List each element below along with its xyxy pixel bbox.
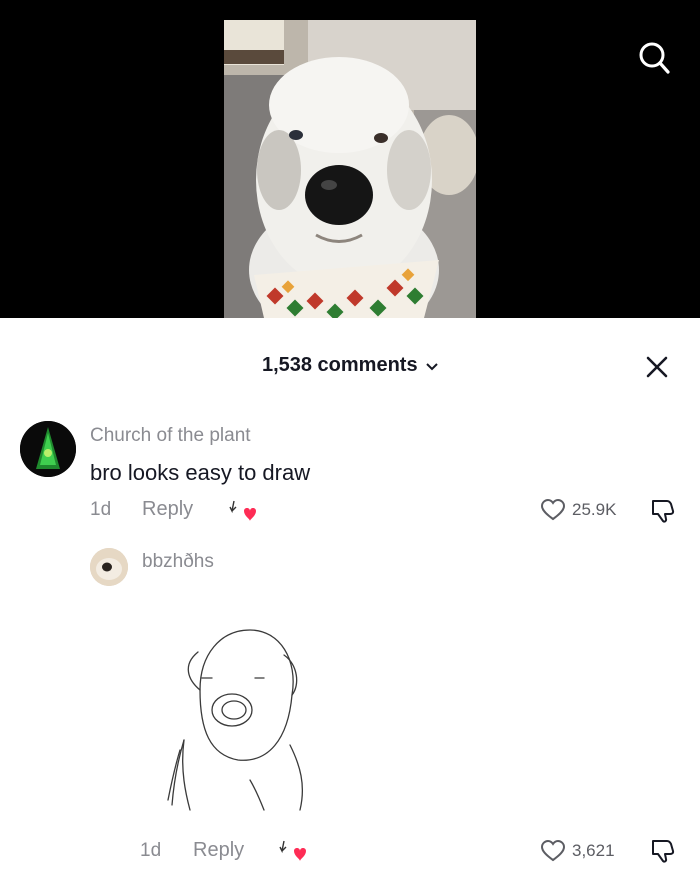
dislike-button[interactable] — [649, 837, 677, 865]
comment-age: 1d — [140, 840, 162, 861]
comment-text: bro looks easy to draw — [90, 460, 311, 485]
comment-drawing-image[interactable] — [160, 620, 320, 815]
heart-icon — [540, 498, 566, 521]
thumbs-down-icon — [652, 840, 675, 863]
dislike-button[interactable] — [649, 497, 677, 525]
creator-liked-icon — [220, 497, 260, 527]
close-icon — [646, 356, 668, 378]
creator-liked-icon — [270, 837, 310, 867]
close-button[interactable] — [643, 353, 671, 381]
video-thumbnail[interactable] — [224, 20, 476, 318]
comments-count[interactable]: 1,538 comments — [262, 354, 418, 376]
dog-sketch-drawing — [167, 629, 303, 811]
chevron-down-icon[interactable] — [426, 363, 438, 371]
comment-username[interactable]: Church of the plant — [90, 425, 251, 447]
search-button[interactable] — [634, 38, 674, 78]
plant-avatar-image — [20, 421, 76, 477]
comment-age: 1d — [90, 499, 112, 520]
video-player[interactable] — [0, 0, 700, 318]
user-avatar-image — [90, 548, 128, 586]
reply-button[interactable]: Reply — [142, 498, 193, 521]
like-count: 25.9K — [572, 500, 617, 519]
reply-button[interactable]: Reply — [193, 839, 244, 862]
comments-header: 1,538 comments — [0, 350, 700, 380]
avatar[interactable] — [90, 548, 128, 586]
like-button[interactable] — [540, 498, 566, 522]
dog-photo — [224, 20, 476, 318]
heart-icon — [540, 839, 566, 862]
comment-username[interactable]: bbzhðhs — [142, 551, 214, 573]
like-count: 3,621 — [572, 841, 615, 860]
like-button[interactable] — [540, 839, 566, 863]
thumbs-down-icon — [652, 500, 675, 523]
avatar[interactable] — [20, 421, 76, 477]
search-icon — [639, 42, 670, 74]
